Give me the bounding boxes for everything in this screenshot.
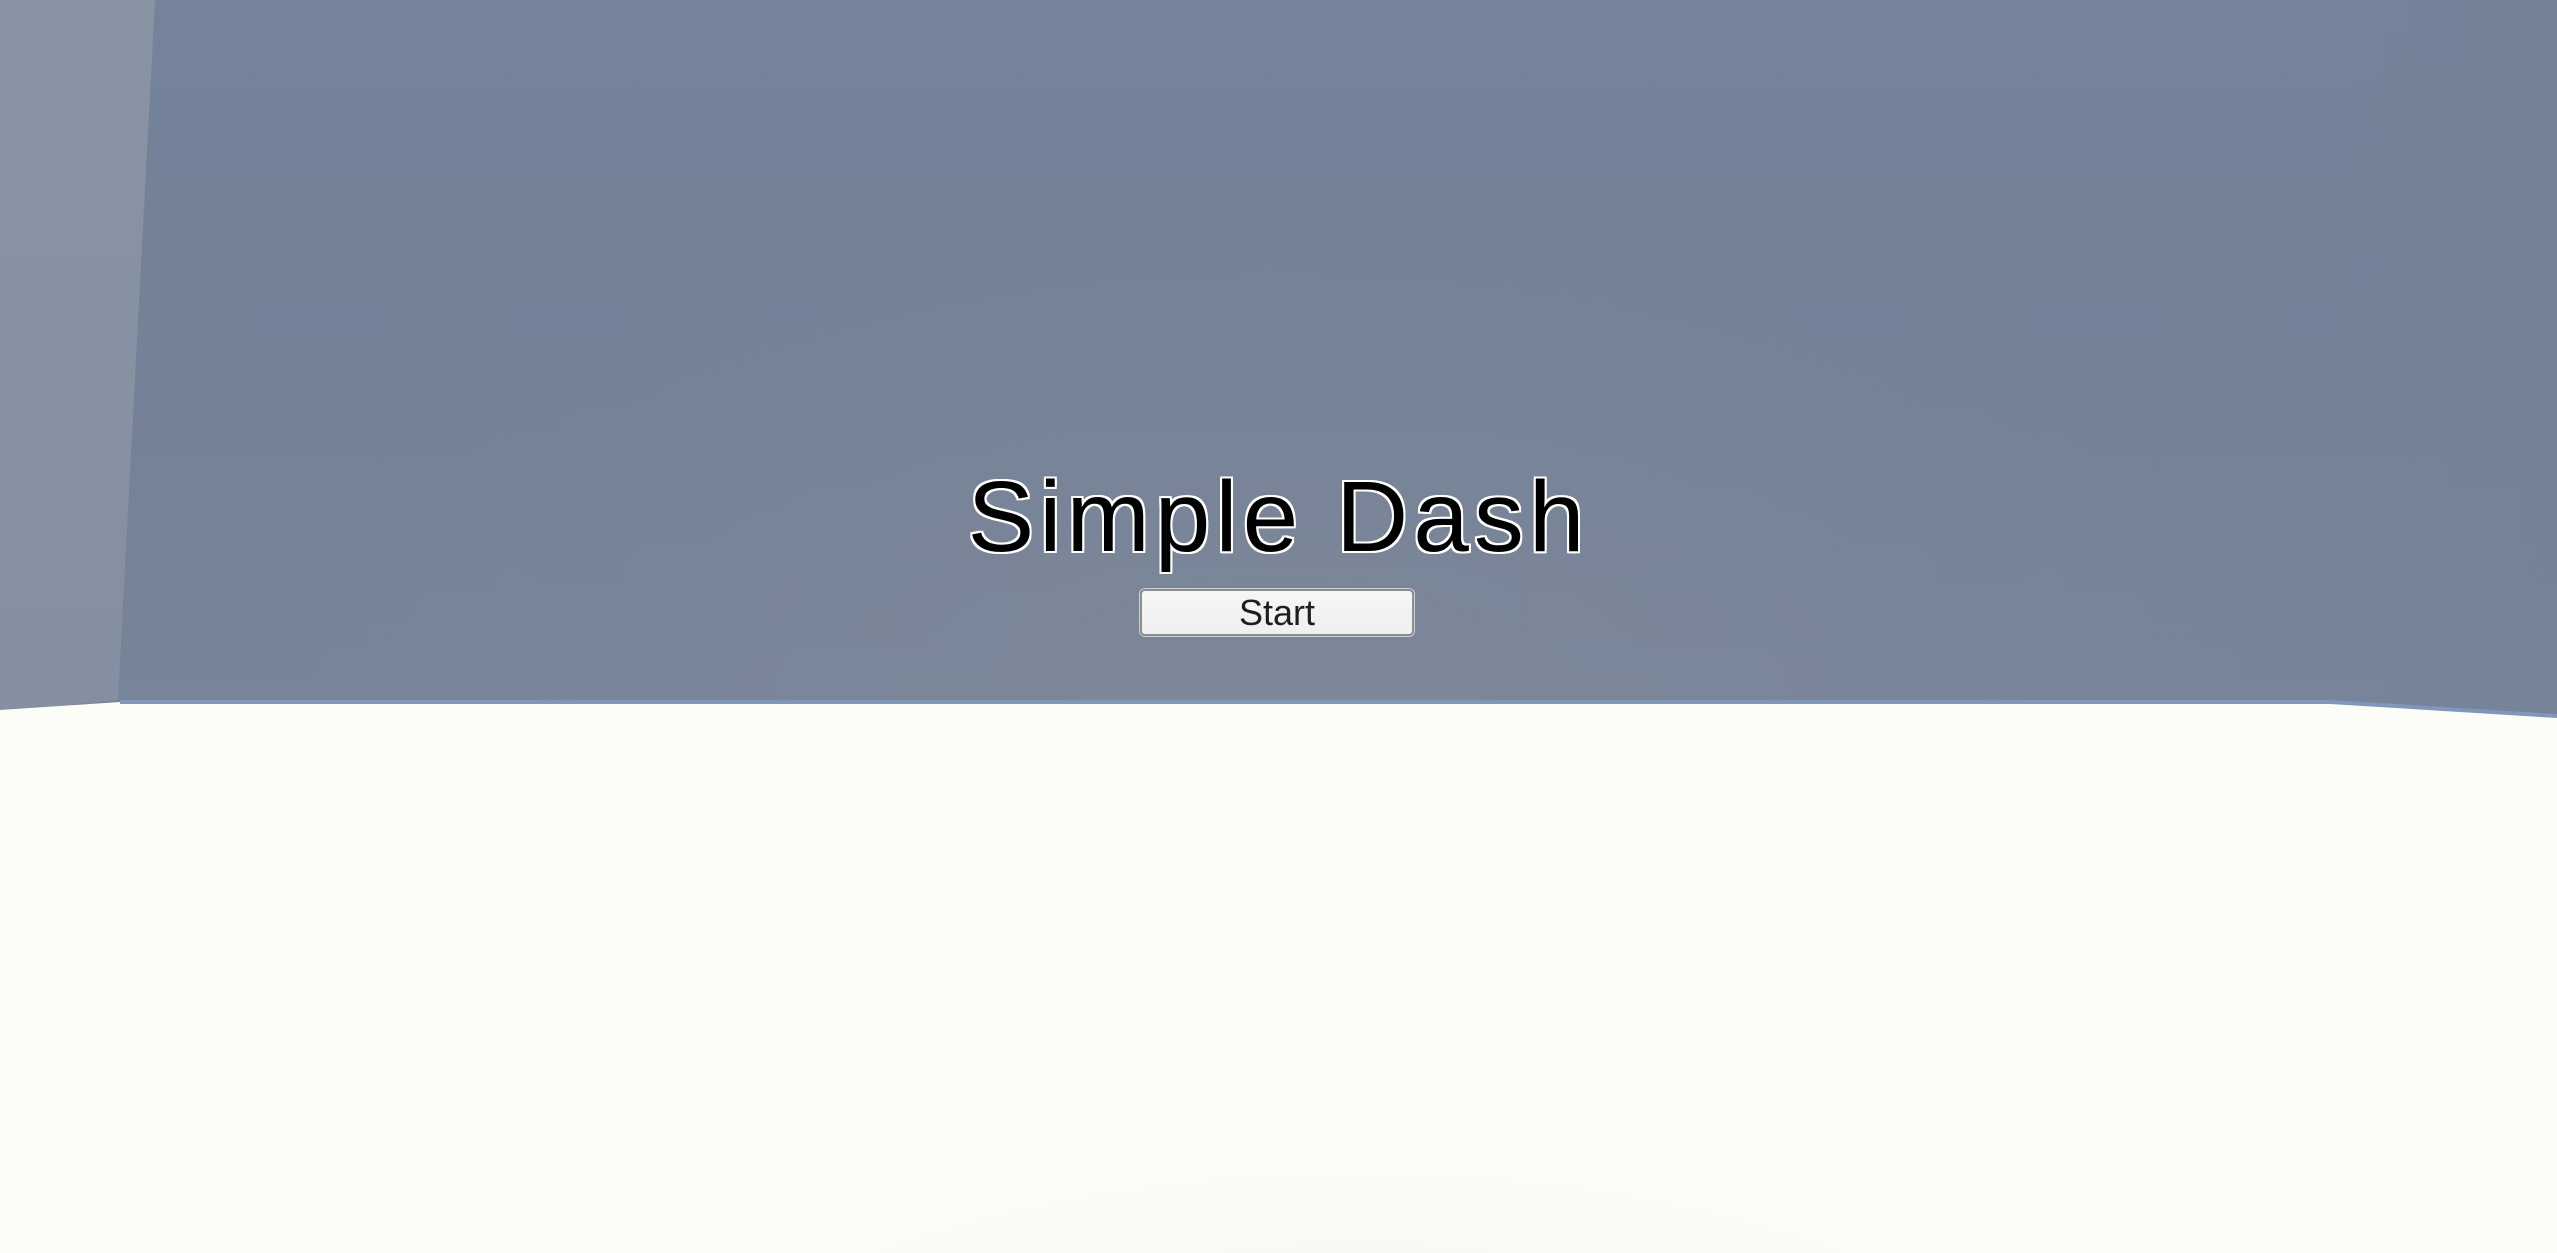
start-button[interactable]: Start (1140, 589, 1414, 636)
right-wall-shading (2337, 0, 2557, 720)
game-scene: Simple Dash Start (0, 0, 2557, 1253)
game-title: Simple Dash (967, 461, 1590, 573)
floor (0, 702, 2557, 1253)
